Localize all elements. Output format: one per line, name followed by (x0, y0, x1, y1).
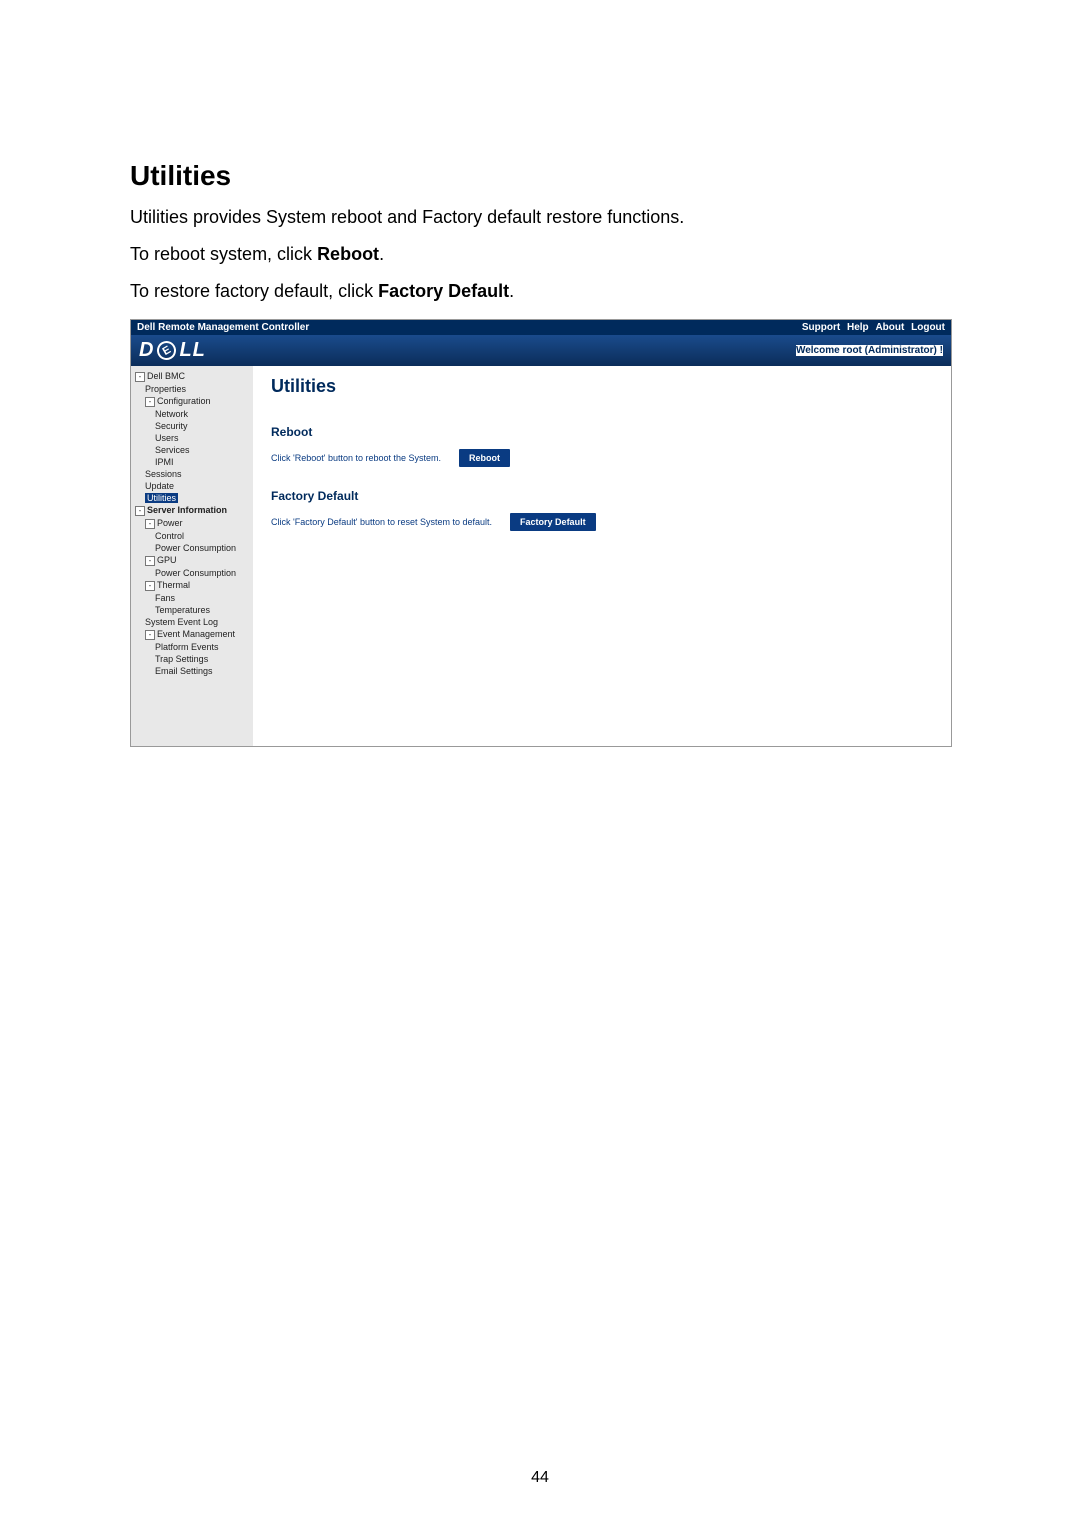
embedded-screenshot: Dell Remote Management Controller Suppor… (130, 319, 952, 747)
factory-default-keyword: Factory Default (378, 281, 509, 301)
factory-default-button[interactable]: Factory Default (510, 513, 596, 531)
nav-thermal[interactable]: -Thermal (131, 579, 253, 592)
nav-fans[interactable]: Fans (131, 592, 253, 604)
nav-gpu[interactable]: -GPU (131, 554, 253, 567)
collapse-icon[interactable]: - (135, 372, 145, 382)
logo-text-a: D (139, 339, 154, 362)
reboot-description: Click 'Reboot' button to reboot the Syst… (271, 453, 441, 463)
nav-utilities[interactable]: Utilities (131, 492, 253, 504)
collapse-icon[interactable]: - (135, 506, 145, 516)
content-pane: Utilities Reboot Click 'Reboot' button t… (253, 366, 951, 746)
about-link[interactable]: About (875, 322, 904, 333)
nav-services[interactable]: Services (131, 444, 253, 456)
nav-platform-events[interactable]: Platform Events (131, 641, 253, 653)
nav-properties[interactable]: Properties (131, 383, 253, 395)
nav-configuration[interactable]: -Configuration (131, 395, 253, 408)
collapse-icon[interactable]: - (145, 630, 155, 640)
text: To restore factory default, click (130, 281, 378, 301)
nav-users[interactable]: Users (131, 432, 253, 444)
doc-heading: Utilities (130, 160, 950, 192)
dell-logo: D E LL (139, 339, 206, 362)
nav-ipmi[interactable]: IPMI (131, 456, 253, 468)
doc-intro: Utilities provides System reboot and Fac… (130, 204, 950, 231)
help-link[interactable]: Help (847, 322, 869, 333)
collapse-icon[interactable]: - (145, 556, 155, 566)
nav-tree: -Dell BMC Properties -Configuration Netw… (131, 366, 253, 746)
support-link[interactable]: Support (802, 322, 840, 333)
nav-sessions[interactable]: Sessions (131, 468, 253, 480)
nav-server-info[interactable]: -Server Information (131, 504, 253, 517)
text: . (379, 244, 384, 264)
text: To reboot system, click (130, 244, 317, 264)
nav-control[interactable]: Control (131, 530, 253, 542)
nav-network[interactable]: Network (131, 408, 253, 420)
logo-text-b: LL (179, 339, 205, 362)
reboot-button[interactable]: Reboot (459, 449, 510, 467)
window-title: Dell Remote Management Controller (137, 322, 309, 333)
logo-e-icon: E (154, 338, 180, 364)
nav-dell-bmc[interactable]: -Dell BMC (131, 370, 253, 383)
top-links: Support Help About Logout (798, 322, 945, 333)
reboot-keyword: Reboot (317, 244, 379, 264)
page-number: 44 (0, 1469, 1080, 1487)
welcome-text: Welcome root (Administrator) ! (796, 345, 943, 356)
nav-gpu-power-consumption[interactable]: Power Consumption (131, 567, 253, 579)
nav-trap-settings[interactable]: Trap Settings (131, 653, 253, 665)
factory-default-description: Click 'Factory Default' button to reset … (271, 517, 492, 527)
window-titlebar: Dell Remote Management Controller Suppor… (131, 320, 951, 335)
nav-power-consumption[interactable]: Power Consumption (131, 542, 253, 554)
nav-security[interactable]: Security (131, 420, 253, 432)
collapse-icon[interactable]: - (145, 519, 155, 529)
logout-link[interactable]: Logout (911, 322, 945, 333)
factory-default-heading: Factory Default (271, 489, 937, 503)
doc-factory-default-instruction: To restore factory default, click Factor… (130, 278, 950, 305)
collapse-icon[interactable]: - (145, 581, 155, 591)
nav-email-settings[interactable]: Email Settings (131, 665, 253, 677)
nav-temperatures[interactable]: Temperatures (131, 604, 253, 616)
nav-system-event-log[interactable]: System Event Log (131, 616, 253, 628)
collapse-icon[interactable]: - (145, 397, 155, 407)
nav-event-management[interactable]: -Event Management (131, 628, 253, 641)
doc-reboot-instruction: To reboot system, click Reboot. (130, 241, 950, 268)
reboot-row: Click 'Reboot' button to reboot the Syst… (271, 449, 937, 467)
doc-intro-text: Utilities provides System reboot and Fac… (130, 207, 684, 227)
nav-power[interactable]: -Power (131, 517, 253, 530)
brand-bar: D E LL Welcome root (Administrator) ! (131, 335, 951, 366)
reboot-heading: Reboot (271, 425, 937, 439)
nav-update[interactable]: Update (131, 480, 253, 492)
factory-default-row: Click 'Factory Default' button to reset … (271, 513, 937, 531)
nav-utilities-active: Utilities (145, 493, 178, 503)
text: . (509, 281, 514, 301)
content-title: Utilities (271, 376, 937, 397)
